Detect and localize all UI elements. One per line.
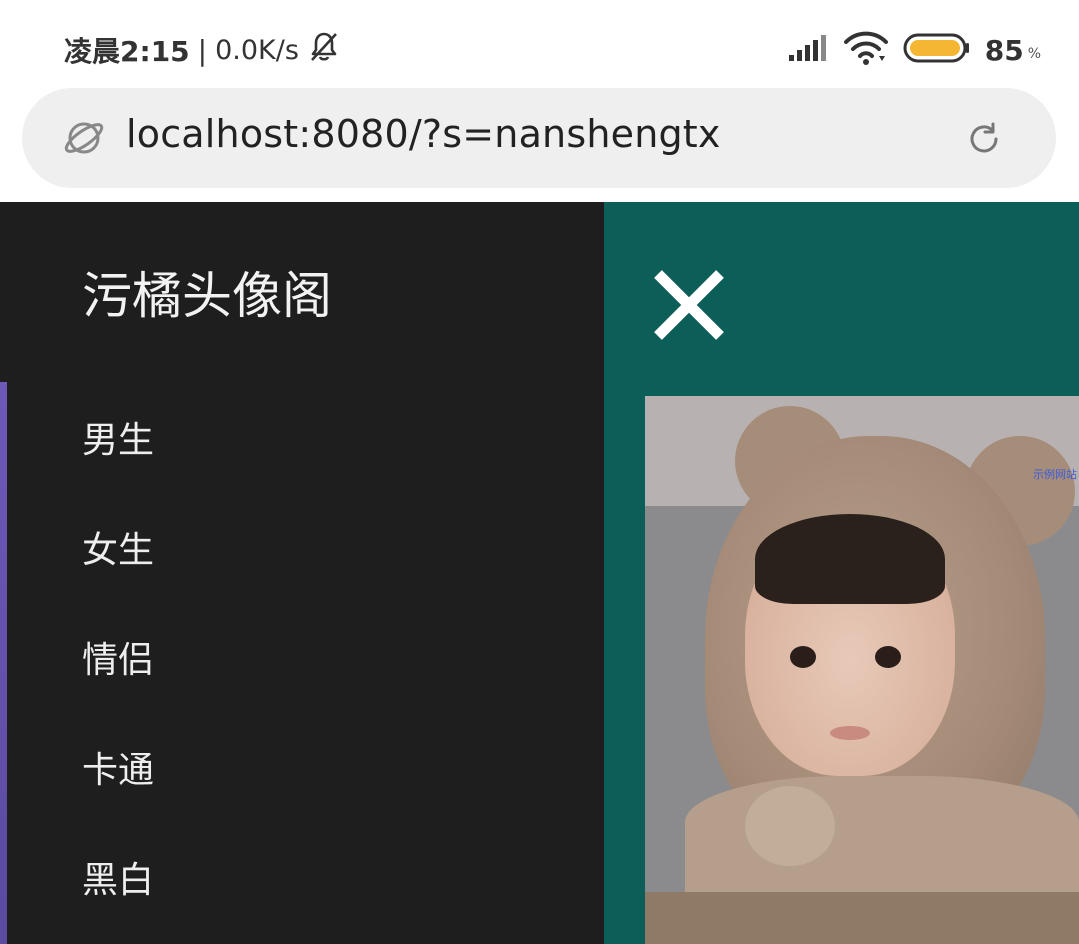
page-content: 示例网站 污橘头像阁 男生 女生 情侣 卡通 黑白 (0, 202, 1079, 944)
globe-icon (64, 118, 104, 162)
menu-item-label: 女生 (82, 530, 155, 571)
category-menu: 男生 女生 情侣 卡通 黑白 (0, 382, 604, 932)
menu-item-boys[interactable]: 男生 (0, 382, 604, 492)
eye-right (875, 646, 901, 668)
pompom (745, 786, 835, 866)
next-image-card[interactable] (645, 892, 1079, 944)
signal-icon (787, 33, 829, 67)
mouth (830, 726, 870, 740)
status-separator: | (197, 33, 208, 67)
menu-item-label: 卡通 (82, 750, 155, 791)
battery-icon (903, 32, 971, 68)
mute-bell-icon (307, 30, 341, 71)
battery-level: 85 (984, 33, 1024, 67)
status-right: 85 % (787, 28, 1041, 72)
reload-icon[interactable] (964, 119, 1004, 163)
side-drawer: 污橘头像阁 男生 女生 情侣 卡通 黑白 (0, 202, 604, 944)
image-caption: 示例网站 (1033, 468, 1077, 481)
battery-unit: % (1027, 46, 1041, 62)
menu-item-black-white[interactable]: 黑白 (0, 822, 604, 932)
menu-item-label: 情侣 (82, 640, 155, 681)
wifi-icon (843, 30, 889, 70)
menu-item-label: 男生 (82, 420, 155, 461)
net-speed: 0.0K/s (215, 34, 299, 66)
status-time: 凌晨2:15 (64, 35, 190, 68)
eye-left (790, 646, 816, 668)
avatar-image[interactable]: 示例网站 (645, 396, 1079, 892)
menu-item-couples[interactable]: 情侣 (0, 602, 604, 712)
menu-item-cartoon[interactable]: 卡通 (0, 712, 604, 822)
drawer-title: 污橘头像阁 (82, 267, 332, 325)
menu-item-label: 黑白 (82, 860, 155, 901)
address-bar[interactable]: localhost:8080/?s=nanshengtx (22, 88, 1056, 188)
close-icon (654, 270, 724, 340)
child-hair (755, 514, 945, 604)
status-bar: 凌晨2:15 | 0.0K/s 85 % (0, 0, 1079, 90)
status-left: 凌晨2:15 | 0.0K/s (64, 30, 341, 70)
menu-item-girls[interactable]: 女生 (0, 492, 604, 602)
close-button[interactable] (650, 266, 728, 344)
scarf (685, 776, 1079, 892)
url-text[interactable]: localhost:8080/?s=nanshengtx (126, 112, 721, 156)
